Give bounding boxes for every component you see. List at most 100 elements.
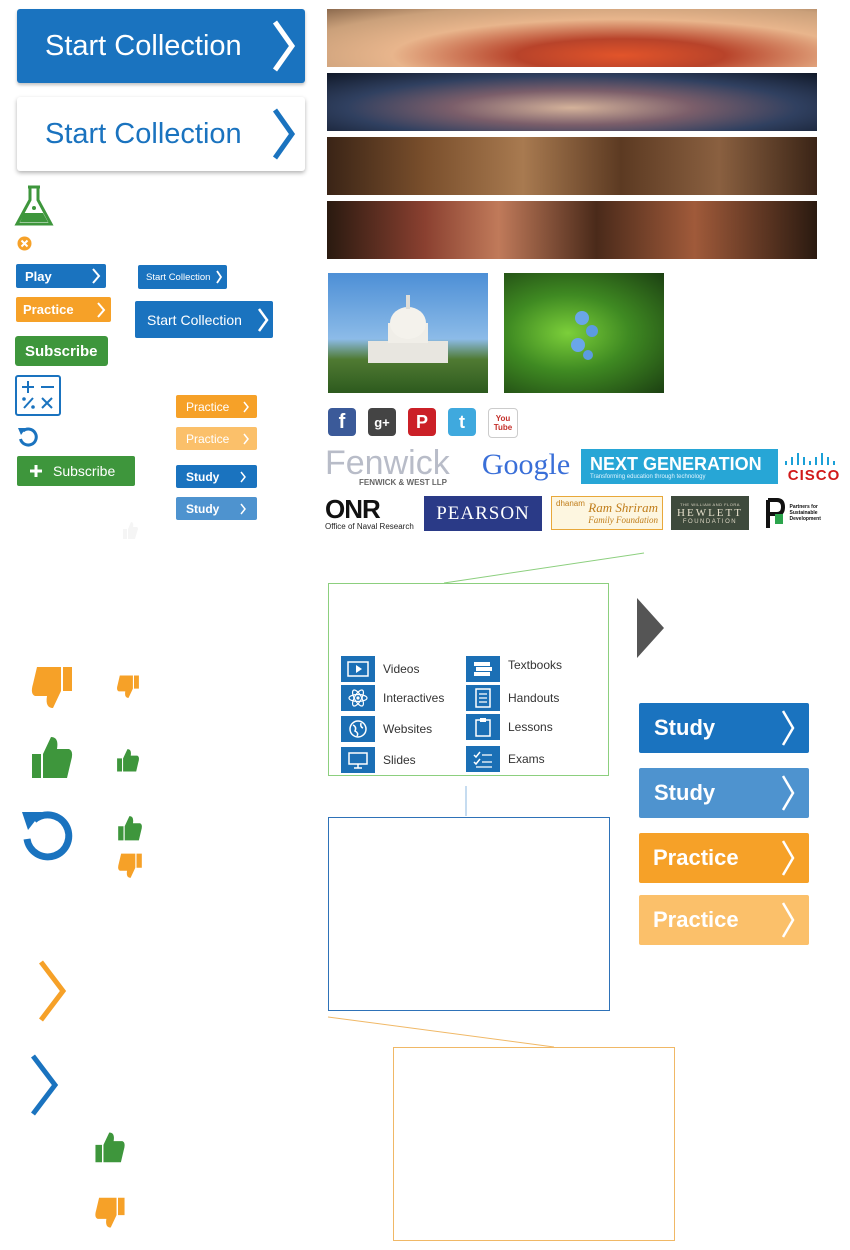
menu-item-lessons[interactable]: Lessons <box>466 714 553 740</box>
close-circle-icon[interactable] <box>17 236 32 251</box>
twitter-icon[interactable]: t <box>448 408 476 436</box>
thumbs-up-icon[interactable] <box>30 734 74 780</box>
menu-item-textbooks[interactable]: Textbooks <box>466 656 562 682</box>
button-label: Subscribe <box>53 463 116 479</box>
menu-item-websites[interactable]: Websites <box>341 716 432 742</box>
practice-button-large[interactable]: Practice <box>639 833 809 883</box>
menu-item-handouts[interactable]: Handouts <box>466 685 559 711</box>
photo-blue-flower <box>504 273 664 393</box>
practice-button-xs-light[interactable]: Practice <box>176 427 257 450</box>
menu-item-videos[interactable]: Videos <box>341 656 419 682</box>
chevron-right-icon <box>240 503 246 514</box>
logo-subtext: FOUNDATION <box>682 518 738 525</box>
start-collection-button-medium[interactable]: Start Collection <box>135 301 273 338</box>
youtube-icon[interactable]: You Tube <box>488 408 518 438</box>
chevron-right-icon[interactable] <box>36 958 68 1024</box>
logo-subtext: Office of Naval Research <box>325 521 414 531</box>
hewlett-foundation-logo: THE WILLIAM AND FLORA HEWLETT FOUNDATION <box>671 496 749 530</box>
thumbs-up-icon[interactable] <box>117 814 143 842</box>
logo-text: HEWLETT <box>677 506 743 519</box>
logo-subtext: FENWICK & WEST LLP <box>359 477 447 487</box>
study-button-large[interactable]: Study <box>639 703 809 753</box>
practice-button-large-light[interactable]: Practice <box>639 895 809 945</box>
photo-capitol-building <box>328 273 488 393</box>
banner-image-nebula <box>327 73 817 131</box>
chevron-right-icon <box>781 840 795 876</box>
study-button-xs-light[interactable]: Study <box>176 497 257 520</box>
resource-type-menu: Videos Interactives Websites Slides Text… <box>328 583 609 776</box>
connector-line <box>443 552 645 584</box>
practice-button-small[interactable]: Practice <box>16 297 111 322</box>
refresh-icon[interactable] <box>17 426 39 448</box>
chevron-right-icon <box>243 433 249 444</box>
menu-item-label: Handouts <box>508 691 560 705</box>
pearson-logo: PEARSON <box>424 496 542 531</box>
thumbs-up-icon[interactable] <box>94 1130 126 1164</box>
button-label: Practice <box>186 431 230 446</box>
logo-text: Fenwick <box>325 443 450 482</box>
clipboard-icon <box>466 714 500 740</box>
button-label: Study <box>186 501 220 516</box>
chevron-right-icon[interactable] <box>28 1052 60 1118</box>
subscribe-plus-button[interactable]: Subscribe <box>17 456 135 486</box>
play-button[interactable]: Play <box>16 264 106 288</box>
menu-item-slides[interactable]: Slides <box>341 747 416 773</box>
slides-icon <box>341 747 375 773</box>
menu-item-exams[interactable]: Exams <box>466 746 545 772</box>
start-collection-button-tiny[interactable]: Start Collection <box>138 265 227 289</box>
subscribe-button[interactable]: Subscribe <box>15 336 108 366</box>
thumbs-up-icon <box>123 522 138 539</box>
button-label: Start Collection <box>45 29 242 62</box>
thumbs-down-icon[interactable] <box>116 674 140 700</box>
empty-panel-orange <box>393 1047 675 1241</box>
chevron-right-icon <box>92 268 101 284</box>
button-label: Start Collection <box>45 117 242 150</box>
banner-image-painting-founders <box>327 137 817 195</box>
logo-text: PEARSON <box>436 502 530 524</box>
google-plus-icon[interactable]: g+ <box>368 408 396 436</box>
menu-item-label: Exams <box>508 752 545 766</box>
menu-item-interactives[interactable]: Interactives <box>341 685 444 711</box>
play-triangle-icon[interactable] <box>636 597 666 659</box>
button-label: Play <box>25 268 52 284</box>
chevron-right-icon <box>257 307 269 332</box>
logo-text: Ram Shriram <box>588 500 658 515</box>
button-label: Practice <box>186 399 230 414</box>
logo-text: Google <box>481 448 571 481</box>
logo-subtext: Transforming education through technolog… <box>590 473 706 480</box>
menu-item-label: Textbooks <box>508 658 563 672</box>
chevron-right-icon <box>781 902 795 938</box>
button-label: Practice <box>653 845 739 870</box>
thumbs-down-icon[interactable] <box>30 665 74 711</box>
atom-icon <box>341 685 375 711</box>
refresh-icon[interactable] <box>20 808 76 862</box>
thumbs-down-icon[interactable] <box>117 852 143 880</box>
chevron-right-icon <box>781 775 795 811</box>
study-button-xs[interactable]: Study <box>176 465 257 488</box>
flask-icon <box>14 185 54 226</box>
button-label: Study <box>654 715 716 740</box>
facebook-icon[interactable]: f <box>328 408 356 436</box>
logo-text: NEXT GENERATION <box>590 453 762 474</box>
chevron-right-icon <box>216 270 223 284</box>
thumbs-up-icon[interactable] <box>116 747 140 773</box>
ram-shriram-foundation-logo: dhanam Ram Shriram Family Foundation <box>551 496 663 530</box>
document-icon <box>466 685 500 711</box>
button-label: Study <box>654 780 716 805</box>
books-icon <box>466 656 500 682</box>
thumbs-down-icon[interactable] <box>94 1196 126 1230</box>
partners-sustainable-development-logo: Partners for Sustainable Development <box>760 494 828 532</box>
pinterest-icon[interactable]: P <box>408 408 436 436</box>
next-generation-logo: NEXT GENERATION Transforming education t… <box>581 449 778 484</box>
empty-panel-blue <box>328 817 610 1011</box>
banner-image-painting-scholars <box>327 201 817 259</box>
study-button-large-light[interactable]: Study <box>639 768 809 818</box>
practice-button-xs[interactable]: Practice <box>176 395 257 418</box>
button-label: Start Collection <box>146 271 211 283</box>
start-collection-button-large[interactable]: Start Collection <box>17 9 305 83</box>
button-label: Subscribe <box>25 342 98 360</box>
chevron-right-icon <box>97 301 106 318</box>
button-label: Start Collection <box>147 311 242 328</box>
start-collection-button-outline[interactable]: Start Collection <box>17 97 305 171</box>
banner-image-abstract <box>327 9 817 67</box>
